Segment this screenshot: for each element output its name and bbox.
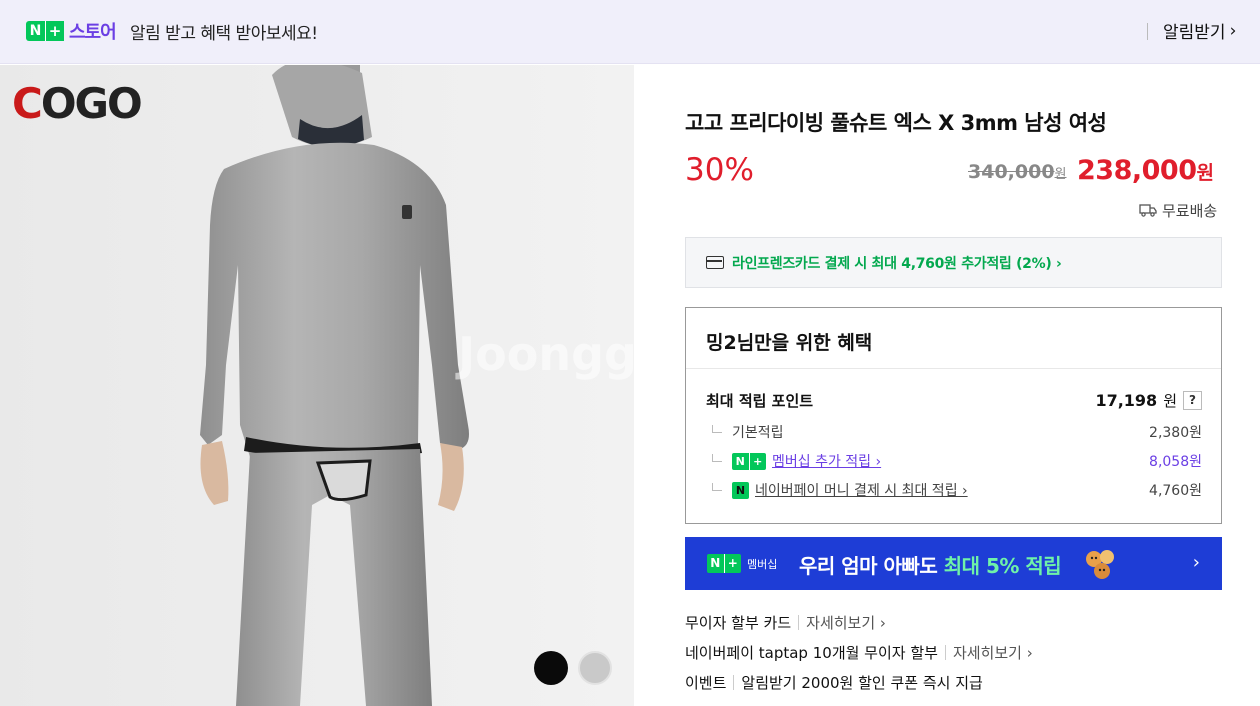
sale-price: 238,000원 — [1077, 155, 1214, 186]
naverpay-points-value: 4,760원 — [1149, 483, 1202, 499]
naver-pay-icon: N — [732, 481, 749, 499]
family-characters-icon — [1086, 550, 1114, 579]
truck-icon — [1139, 204, 1157, 217]
basic-points-label: 기본적립 — [732, 425, 784, 441]
info-label: 무이자 할부 카드 — [685, 614, 792, 632]
color-swatch-black[interactable] — [534, 651, 568, 685]
divider — [1147, 23, 1148, 40]
naverpay-points-row[interactable]: N 네이버페이 머니 결제 시 최대 적립 › 4,760원 — [706, 480, 1202, 500]
top-notification-bar: N + 스토어 알림 받고 혜택 받아보세요! 알림받기 › — [0, 0, 1260, 64]
promo-message: 우리 엄마 아빠도 최대 5% 적립 — [799, 554, 1062, 578]
membership-points-row[interactable]: N + 멤버십 추가 적립 › 8,058원 — [706, 451, 1202, 471]
logo-plus: + — [45, 21, 64, 41]
details-link[interactable]: 자세히보기 › — [953, 642, 1033, 663]
max-points-value: 17,198 원 ? — [1095, 390, 1202, 411]
chevron-right-icon: › — [1229, 20, 1237, 41]
basic-points-value: 2,380원 — [1149, 425, 1202, 441]
membership-points-link[interactable]: 멤버십 추가 적립 › — [772, 451, 881, 471]
installment-card-row: 무이자 할부 카드 자세히보기 › — [685, 612, 886, 633]
event-row: 이벤트 알림받기 2000원 할인 쿠폰 즉시 지급 — [685, 672, 983, 693]
product-title: 고고 프리다이빙 풀슈트 엑스 X 3mm 남성 여성 — [685, 111, 1107, 135]
cogo-brand-logo: COGO — [12, 79, 143, 128]
logo-n: N — [29, 23, 42, 39]
naver-plus-logo[interactable]: N + — [26, 21, 64, 41]
details-link[interactable]: 자세히보기 › — [806, 612, 886, 633]
membership-points-value: 8,058원 — [1149, 454, 1202, 470]
membership-badge-label: 멤버십 — [747, 557, 778, 571]
tree-branch-icon — [712, 454, 722, 462]
shipping-label: 무료배송 — [1162, 202, 1218, 220]
tree-branch-icon — [712, 425, 722, 433]
taptap-installment-row: 네이버페이 taptap 10개월 무이자 할부 자세히보기 › — [685, 642, 1033, 663]
color-swatch-gray[interactable] — [578, 651, 612, 685]
discount-rate: 30% — [685, 152, 754, 188]
info-label: 이벤트 — [685, 674, 727, 692]
member-benefit-box: 밍2님만을 위한 혜택 최대 적립 포인트 17,198 원 ? 기본적립 2,3… — [685, 307, 1222, 524]
store-label[interactable]: 스토어 — [69, 18, 117, 44]
divider — [944, 645, 946, 660]
card-offer-text: 라인프렌즈카드 결제 시 최대 4,760원 추가적립 (2%) › — [732, 256, 1062, 272]
naver-plus-icon: N + — [707, 554, 741, 573]
divider — [798, 615, 800, 630]
chevron-right-icon: › — [1192, 552, 1200, 573]
card-offer-banner[interactable]: 라인프렌즈카드 결제 시 최대 4,760원 추가적립 (2%) › — [685, 237, 1222, 288]
watermark-text: Joongg — [458, 327, 634, 381]
max-points-row: 최대 적립 포인트 17,198 원 ? — [706, 390, 1202, 411]
naverpay-points-link[interactable]: 네이버페이 머니 결제 시 최대 적립 › — [755, 480, 968, 500]
help-icon[interactable]: ? — [1183, 391, 1202, 410]
info-label: 네이버페이 taptap 10개월 무이자 할부 — [685, 644, 938, 662]
alert-subscribe-button[interactable]: 알림받기 › — [1163, 18, 1237, 44]
shipping-info: 무료배송 — [1139, 200, 1217, 221]
basic-points-row: 기본적립 2,380원 — [706, 422, 1202, 442]
membership-badge: N + 멤버십 — [707, 554, 791, 573]
original-price: 340,000원 — [968, 161, 1067, 183]
tree-branch-icon — [712, 483, 722, 491]
membership-promo-banner[interactable]: N + 멤버십 우리 엄마 아빠도 최대 5% 적립 › — [685, 537, 1222, 590]
divider — [733, 675, 735, 690]
event-text[interactable]: 알림받기 2000원 할인 쿠폰 즉시 지급 — [741, 672, 982, 693]
notification-message: 알림 받고 혜택 받아보세요! — [130, 24, 318, 44]
product-image[interactable]: COGO Joongg — [0, 65, 634, 706]
wetsuit-figure — [0, 65, 634, 706]
credit-card-icon — [706, 256, 724, 269]
alert-button-label: 알림받기 — [1163, 23, 1226, 43]
divider — [686, 368, 1221, 369]
benefit-heading: 밍2님만을 위한 혜택 — [706, 332, 873, 354]
max-points-label: 최대 적립 포인트 — [706, 392, 814, 410]
naver-plus-icon: N + — [732, 452, 766, 470]
